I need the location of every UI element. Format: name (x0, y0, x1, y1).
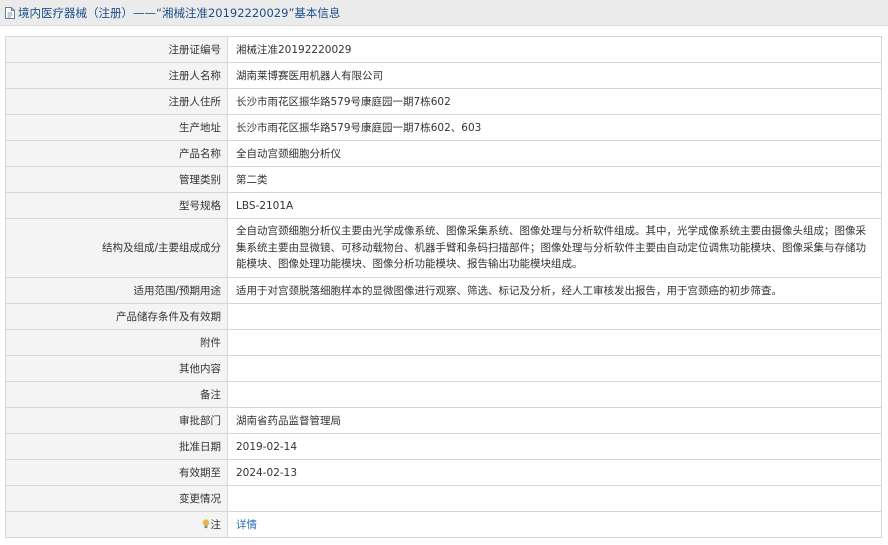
field-value (227, 355, 882, 382)
field-label: 审批部门 (5, 407, 228, 434)
field-label: 生产地址 (5, 114, 228, 141)
note-label-cell: 注 (5, 511, 228, 538)
note-label: 注 (210, 518, 222, 531)
field-value (227, 329, 882, 356)
document-icon (4, 6, 16, 20)
field-value: 湘械注准20192220029 (227, 36, 882, 63)
field-value: LBS-2101A (227, 192, 882, 219)
field-label: 结构及组成/主要组成成分 (5, 218, 228, 278)
table-row: 适用范围/预期用途 适用于对宫颈脱落细胞样本的显微图像进行观察、筛选、标记及分析… (5, 277, 882, 304)
table-row: 型号规格 LBS-2101A (5, 192, 882, 219)
table-row: 注册人名称 湖南莱博赛医用机器人有限公司 (5, 62, 882, 89)
field-value (227, 485, 882, 512)
table-row: 管理类别 第二类 (5, 166, 882, 193)
field-label: 注册人名称 (5, 62, 228, 89)
field-value: 2024-02-13 (227, 459, 882, 486)
table-row: 注册人住所 长沙市雨花区振华路579号康庭园一期7栋602 (5, 88, 882, 115)
table-row: 附件 (5, 329, 882, 356)
table-row: 注册证编号 湘械注准20192220029 (5, 36, 882, 63)
table-row: 变更情况 (5, 485, 882, 512)
field-label: 型号规格 (5, 192, 228, 219)
field-label: 有效期至 (5, 459, 228, 486)
field-value (227, 381, 882, 408)
field-label: 注册人住所 (5, 88, 228, 115)
field-value: 长沙市雨花区振华路579号康庭园一期7栋602 (227, 88, 882, 115)
info-table: 注册证编号 湘械注准20192220029 注册人名称 湖南莱博赛医用机器人有限… (5, 36, 882, 538)
info-panel: 注册证编号 湘械注准20192220029 注册人名称 湖南莱博赛医用机器人有限… (5, 36, 882, 538)
note-value-cell: 详情 (227, 511, 882, 538)
field-value: 湖南莱博赛医用机器人有限公司 (227, 62, 882, 89)
field-label: 其他内容 (5, 355, 228, 382)
table-row: 结构及组成/主要组成成分 全自动宫颈细胞分析仪主要由光学成像系统、图像采集系统、… (5, 218, 882, 278)
table-row: 生产地址 长沙市雨花区振华路579号康庭园一期7栋602、603 (5, 114, 882, 141)
field-label: 管理类别 (5, 166, 228, 193)
table-row: 审批部门 湖南省药品监督管理局 (5, 407, 882, 434)
field-label: 注册证编号 (5, 36, 228, 63)
lightbulb-icon (202, 518, 210, 528)
field-label: 产品储存条件及有效期 (5, 303, 228, 330)
table-row: 备注 (5, 381, 882, 408)
field-label: 备注 (5, 381, 228, 408)
field-label: 产品名称 (5, 140, 228, 167)
field-value: 2019-02-14 (227, 433, 882, 460)
details-link[interactable]: 详情 (236, 519, 257, 531)
table-row: 产品储存条件及有效期 (5, 303, 882, 330)
field-value: 长沙市雨花区振华路579号康庭园一期7栋602、603 (227, 114, 882, 141)
page-header: 境内医疗器械（注册）——“湘械注准20192220029”基本信息 (0, 0, 888, 26)
table-row: 批准日期 2019-02-14 (5, 433, 882, 460)
table-row: 有效期至 2024-02-13 (5, 459, 882, 486)
field-label: 附件 (5, 329, 228, 356)
note-row: 注 详情 (5, 511, 882, 538)
table-row: 产品名称 全自动宫颈细胞分析仪 (5, 140, 882, 167)
page-title: 境内医疗器械（注册）——“湘械注准20192220029”基本信息 (18, 5, 341, 20)
field-value: 适用于对宫颈脱落细胞样本的显微图像进行观察、筛选、标记及分析，经人工审核发出报告… (227, 277, 882, 304)
field-label: 适用范围/预期用途 (5, 277, 228, 304)
field-value (227, 303, 882, 330)
field-value: 第二类 (227, 166, 882, 193)
field-value: 湖南省药品监督管理局 (227, 407, 882, 434)
field-value: 全自动宫颈细胞分析仪主要由光学成像系统、图像采集系统、图像处理与分析软件组成。其… (227, 218, 882, 278)
field-value: 全自动宫颈细胞分析仪 (227, 140, 882, 167)
field-label: 批准日期 (5, 433, 228, 460)
table-row: 其他内容 (5, 355, 882, 382)
field-label: 变更情况 (5, 485, 228, 512)
